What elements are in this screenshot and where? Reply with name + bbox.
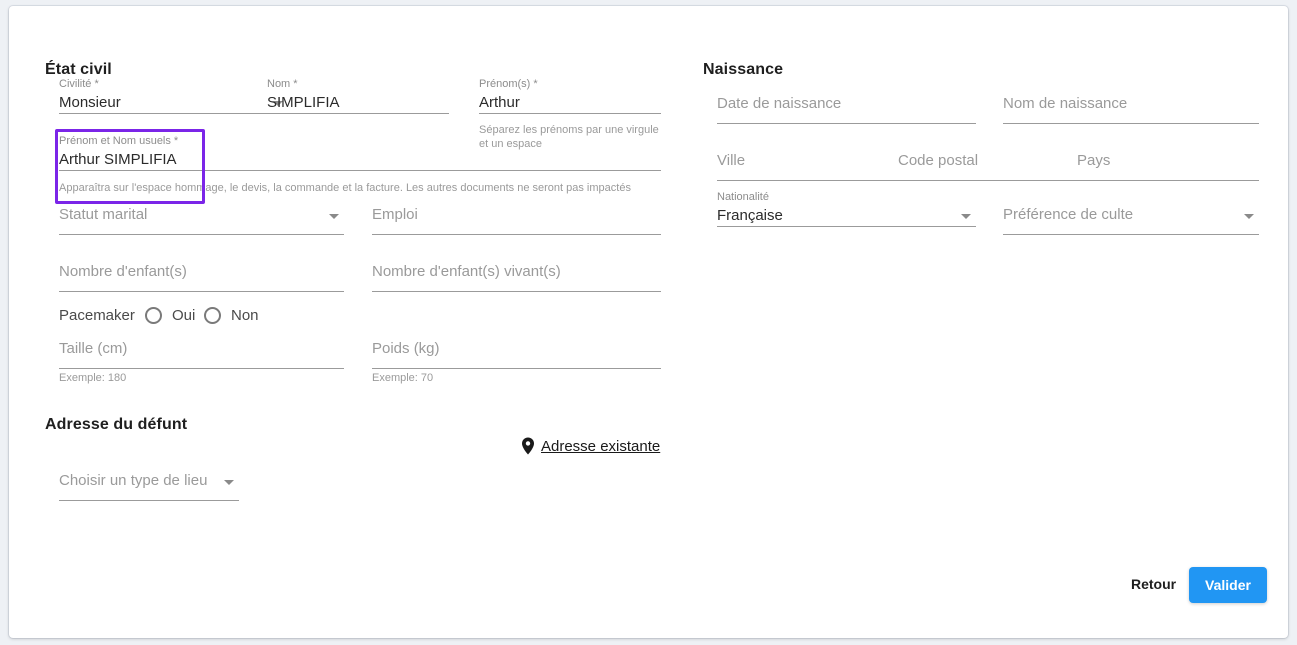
prenoms-value: Arthur xyxy=(479,94,520,111)
type-lieu-placeholder: Choisir un type de lieu xyxy=(59,472,208,489)
preference-culte-underline xyxy=(1003,234,1259,235)
taille-underline xyxy=(59,368,344,369)
civilite-value: Monsieur xyxy=(59,94,121,111)
nombre-enfants-input[interactable]: Nombre d'enfant(s) xyxy=(59,263,344,292)
prenom-nom-usuels-label: Prénom et Nom usuels * xyxy=(59,135,179,147)
nom-naissance-underline xyxy=(1003,123,1259,124)
nationalite-underline xyxy=(717,226,976,227)
type-lieu-select[interactable]: Choisir un type de lieu xyxy=(59,472,239,501)
emploi-input[interactable]: Emploi xyxy=(372,206,661,235)
section-title-adresse: Adresse du défunt xyxy=(45,416,188,433)
nombre-enfants-underline xyxy=(59,291,344,292)
ville-placeholder[interactable]: Ville xyxy=(717,152,745,170)
taille-placeholder: Taille (cm) xyxy=(59,340,128,357)
pays-placeholder[interactable]: Pays xyxy=(1077,152,1110,170)
statut-marital-underline xyxy=(59,234,344,235)
prenoms-label: Prénom(s) * xyxy=(479,78,538,90)
nom-naissance-placeholder: Nom de naissance xyxy=(1003,95,1128,112)
section-title-naissance: Naissance xyxy=(703,61,784,78)
pacemaker-option-oui-label[interactable]: Oui xyxy=(172,307,195,325)
preference-culte-select[interactable]: Préférence de culte xyxy=(1003,206,1259,235)
nationalite-label: Nationalité xyxy=(717,191,769,203)
nombre-enfants-vivants-input[interactable]: Nombre d'enfant(s) vivant(s) xyxy=(372,263,661,292)
prenom-nom-usuels-hint: Apparaîtra sur l'espace hommage, le devi… xyxy=(59,182,631,194)
taille-input[interactable]: Taille (cm) xyxy=(59,340,344,369)
nom-naissance-input[interactable]: Nom de naissance xyxy=(1003,95,1259,124)
date-naissance-input[interactable]: Date de naissance xyxy=(717,95,976,124)
nombre-enfants-vivants-underline xyxy=(372,291,661,292)
lieu-naissance-underline xyxy=(717,180,1259,181)
poids-placeholder: Poids (kg) xyxy=(372,340,440,357)
pacemaker-label: Pacemaker xyxy=(59,307,135,324)
nom-label: Nom * xyxy=(267,78,298,90)
date-naissance-placeholder: Date de naissance xyxy=(717,95,842,112)
nombre-enfants-placeholder: Nombre d'enfant(s) xyxy=(59,263,187,280)
form-content: État civil Civilité * Monsieur Nom * SIM… xyxy=(9,6,1288,638)
pacemaker-option-non-label[interactable]: Non xyxy=(231,307,259,325)
preference-culte-placeholder: Préférence de culte xyxy=(1003,206,1134,223)
prenoms-underline xyxy=(479,113,661,114)
nom-underline xyxy=(267,113,449,114)
type-lieu-underline xyxy=(59,500,239,501)
taille-hint: Exemple: 180 xyxy=(59,372,127,384)
prenom-nom-usuels-underline xyxy=(59,170,661,171)
nom-value: SIMPLIFIA xyxy=(267,94,340,111)
nationalite-value: Française xyxy=(717,207,783,224)
chevron-down-icon[interactable] xyxy=(329,214,339,219)
prenoms-input[interactable]: Prénom(s) * Arthur xyxy=(479,78,661,114)
prenom-nom-usuels-value: Arthur SIMPLIFIA xyxy=(59,151,177,168)
form-card: État civil Civilité * Monsieur Nom * SIM… xyxy=(9,6,1288,638)
prenom-nom-usuels-input[interactable]: Prénom et Nom usuels * Arthur SIMPLIFIA xyxy=(59,135,661,171)
nom-input[interactable]: Nom * SIMPLIFIA xyxy=(267,78,449,114)
date-naissance-underline xyxy=(717,123,976,124)
adresse-existante-link[interactable]: Adresse existante xyxy=(541,438,660,456)
map-pin-icon xyxy=(522,437,534,455)
chevron-down-icon[interactable] xyxy=(224,480,234,485)
pacemaker-radio-non[interactable] xyxy=(204,307,221,324)
pacemaker-radio-oui[interactable] xyxy=(145,307,162,324)
back-button[interactable]: Retour xyxy=(1131,576,1176,592)
section-title-etat-civil: État civil xyxy=(45,61,112,78)
chevron-down-icon[interactable] xyxy=(961,214,971,219)
nombre-enfants-vivants-placeholder: Nombre d'enfant(s) vivant(s) xyxy=(372,263,561,280)
chevron-down-icon[interactable] xyxy=(1244,214,1254,219)
statut-marital-placeholder: Statut marital xyxy=(59,206,148,223)
poids-input[interactable]: Poids (kg) xyxy=(372,340,661,369)
nationalite-select[interactable]: Nationalité Française xyxy=(717,191,976,227)
emploi-placeholder: Emploi xyxy=(372,206,418,223)
poids-underline xyxy=(372,368,661,369)
code-postal-placeholder[interactable]: Code postal xyxy=(898,152,978,170)
poids-hint: Exemple: 70 xyxy=(372,372,434,384)
statut-marital-select[interactable]: Statut marital xyxy=(59,206,344,235)
submit-button[interactable]: Valider xyxy=(1189,567,1267,603)
civilite-label: Civilité * xyxy=(59,78,99,90)
emploi-underline xyxy=(372,234,661,235)
lieu-naissance-row: Ville Code postal Pays xyxy=(717,152,1259,181)
